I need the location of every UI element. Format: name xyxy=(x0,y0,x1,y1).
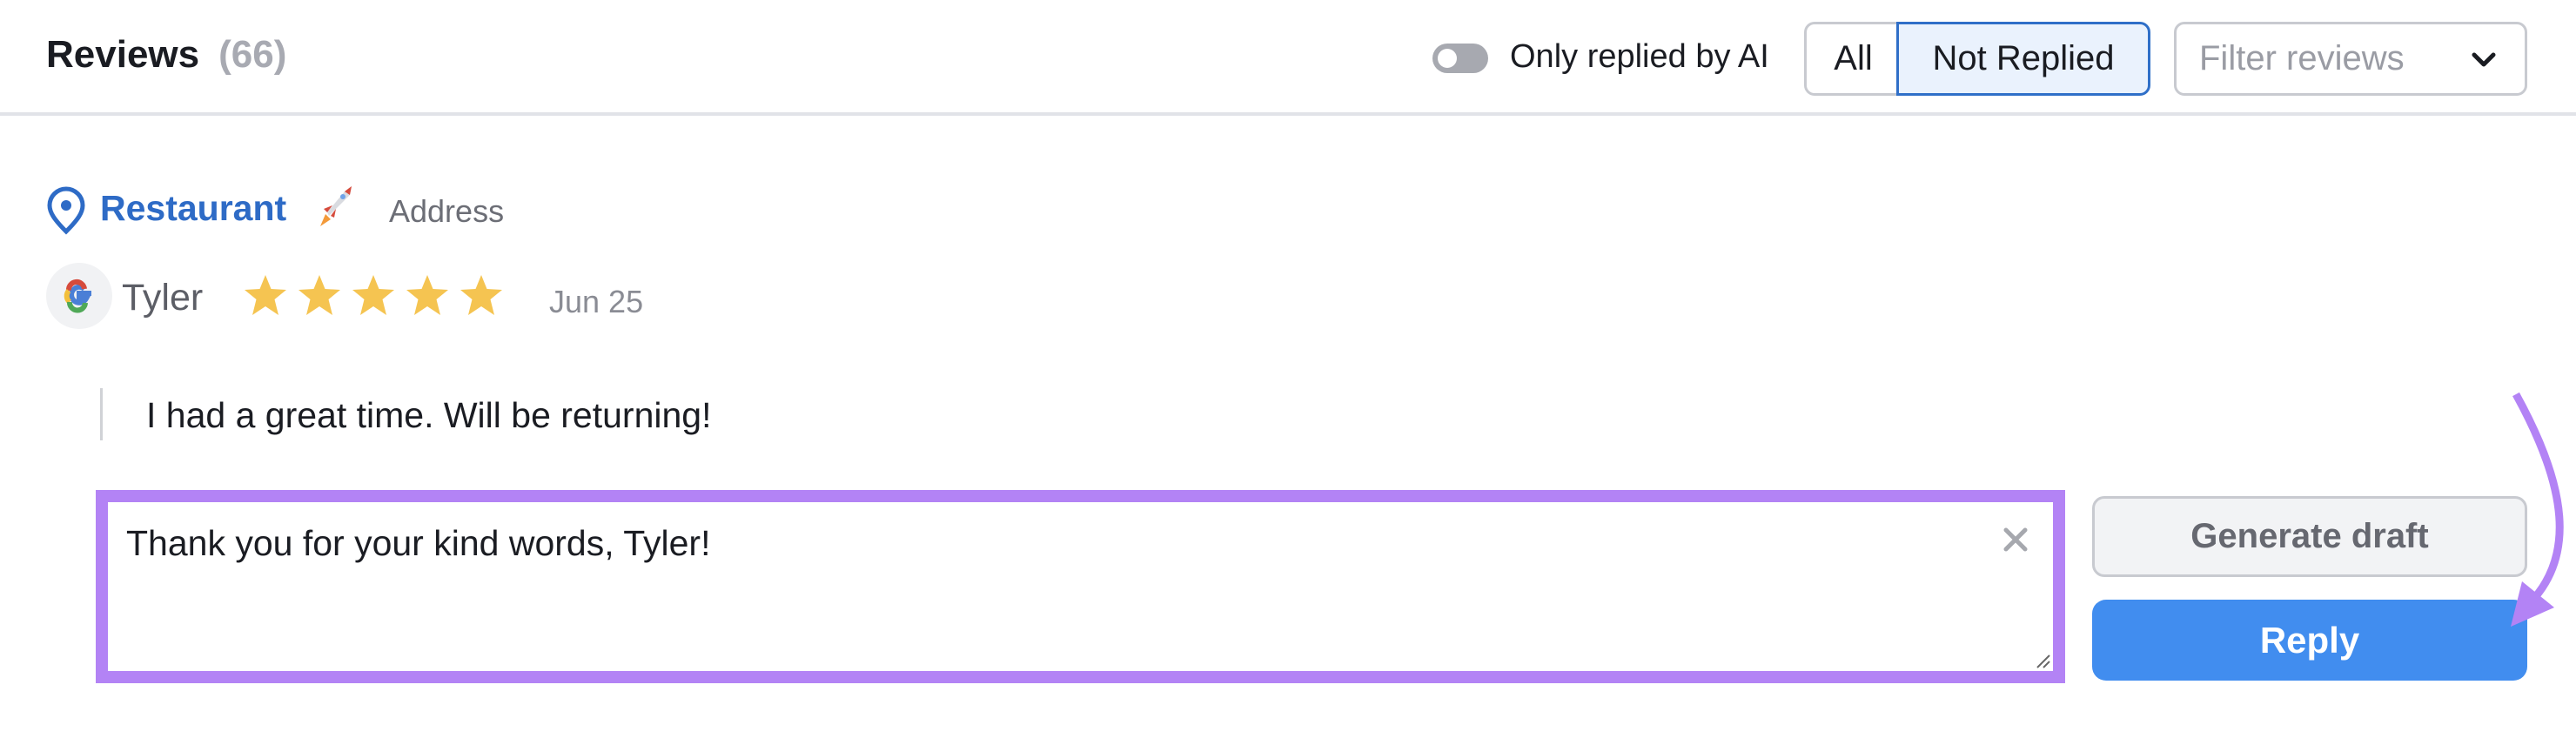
filter-placeholder: Filter reviews xyxy=(2199,39,2405,77)
toggle-label: Only replied by AI xyxy=(1510,38,1769,75)
star-icon xyxy=(351,273,396,321)
reply-text-value: Thank you for your kind words, Tyler! xyxy=(126,523,711,563)
location-link[interactable]: Restaurant xyxy=(100,188,286,229)
rocket-emoji-icon xyxy=(320,186,352,226)
star-icon xyxy=(297,273,342,321)
generate-draft-button[interactable]: Generate draft xyxy=(2092,496,2527,577)
segment-not-replied[interactable]: Not Replied xyxy=(1896,22,2150,96)
review-text: I had a great time. Will be returning! xyxy=(146,395,712,435)
google-icon xyxy=(64,279,91,313)
star-rating xyxy=(243,273,504,321)
chevron-down-icon xyxy=(2472,52,2496,67)
review-count: (66) xyxy=(218,33,287,76)
reviews-header: Reviews (66) Only replied by AI All Not R… xyxy=(0,0,2576,116)
star-icon xyxy=(243,273,288,321)
reply-textarea[interactable]: Thank you for your kind words, Tyler! xyxy=(96,490,2065,683)
toggle-knob xyxy=(1438,49,1457,68)
star-icon xyxy=(405,273,450,321)
close-icon[interactable] xyxy=(2002,527,2029,553)
filter-reviews-dropdown[interactable]: Filter reviews xyxy=(2174,22,2527,96)
only-ai-toggle[interactable] xyxy=(1432,44,1488,73)
resize-handle-icon[interactable] xyxy=(2036,654,2051,669)
google-avatar xyxy=(46,263,112,329)
review-date: Jun 25 xyxy=(549,284,644,319)
page-title: Reviews (66) xyxy=(46,33,286,77)
star-icon xyxy=(459,273,504,321)
reviewer-name: Tyler xyxy=(122,277,204,319)
location-pin-icon xyxy=(47,186,85,235)
reply-button[interactable]: Reply xyxy=(2092,600,2527,681)
quote-divider xyxy=(100,388,103,440)
location-address: Address xyxy=(389,193,505,229)
title-text: Reviews xyxy=(46,33,200,76)
segment-all[interactable]: All xyxy=(1804,22,1900,96)
